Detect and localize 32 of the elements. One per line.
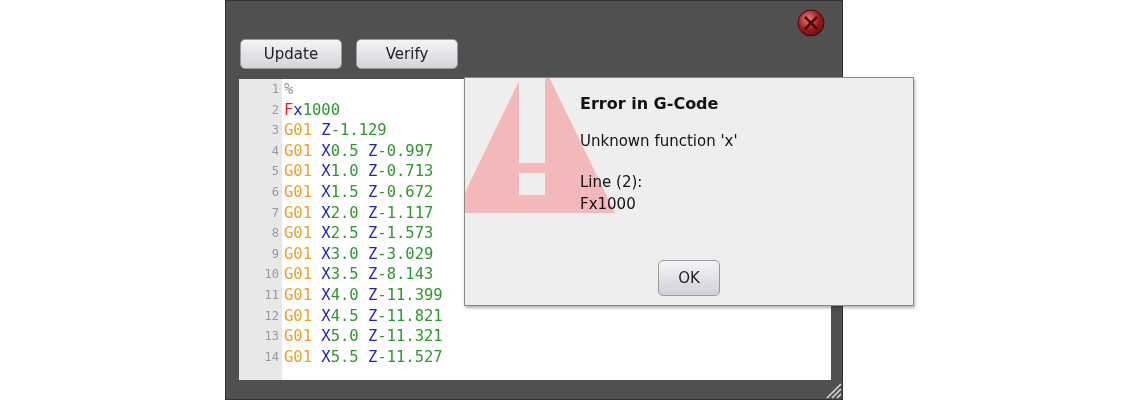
code-line: G01 X5.0 Z-11.321 xyxy=(283,326,443,347)
code-line: G01 X3.5 Z-8.143 xyxy=(283,264,435,285)
line-number: 14 xyxy=(263,348,280,366)
line-number: 6 xyxy=(270,183,280,201)
line-number: 11 xyxy=(263,286,280,304)
line-number: 3 xyxy=(270,122,280,140)
line-number: 8 xyxy=(270,225,280,243)
line-number: 2 xyxy=(270,101,280,119)
line-number: 5 xyxy=(270,163,280,181)
code-line: % xyxy=(283,79,295,100)
line-number: 7 xyxy=(270,204,280,222)
error-line-label: Line (2): xyxy=(580,171,644,193)
code-line: G01 X4.0 Z-11.399 xyxy=(283,284,443,306)
code-line: G01 X1.0 Z-0.713 xyxy=(283,161,435,182)
code-line: G01 X0.5 Z-0.997 xyxy=(283,140,435,162)
line-number: 13 xyxy=(263,328,280,346)
line-number: 9 xyxy=(270,245,280,263)
error-message: Unknown function 'x' xyxy=(580,131,738,152)
error-line-code: Fx1000 xyxy=(580,194,637,215)
code-line: G01 X5.5 Z-11.527 xyxy=(283,346,443,368)
code-line: G01 X4.5 Z-11.821 xyxy=(283,305,443,327)
code-line: Fx1000 xyxy=(283,99,341,121)
code-line: G01 X3.0 Z-3.029 xyxy=(283,243,435,265)
line-number: 1 xyxy=(270,81,280,98)
code-line: G01 X1.5 Z-0.672 xyxy=(283,181,435,203)
line-number: 4 xyxy=(270,142,280,160)
line-number: 10 xyxy=(263,266,280,284)
code-line: G01 X2.5 Z-1.573 xyxy=(283,223,435,244)
dialog-title: Error in G-Code xyxy=(580,93,720,115)
line-number: 12 xyxy=(263,307,280,325)
code-line: G01 Z-1.129 xyxy=(283,120,388,141)
code-line: G01 X2.0 Z-1.117 xyxy=(283,202,435,224)
